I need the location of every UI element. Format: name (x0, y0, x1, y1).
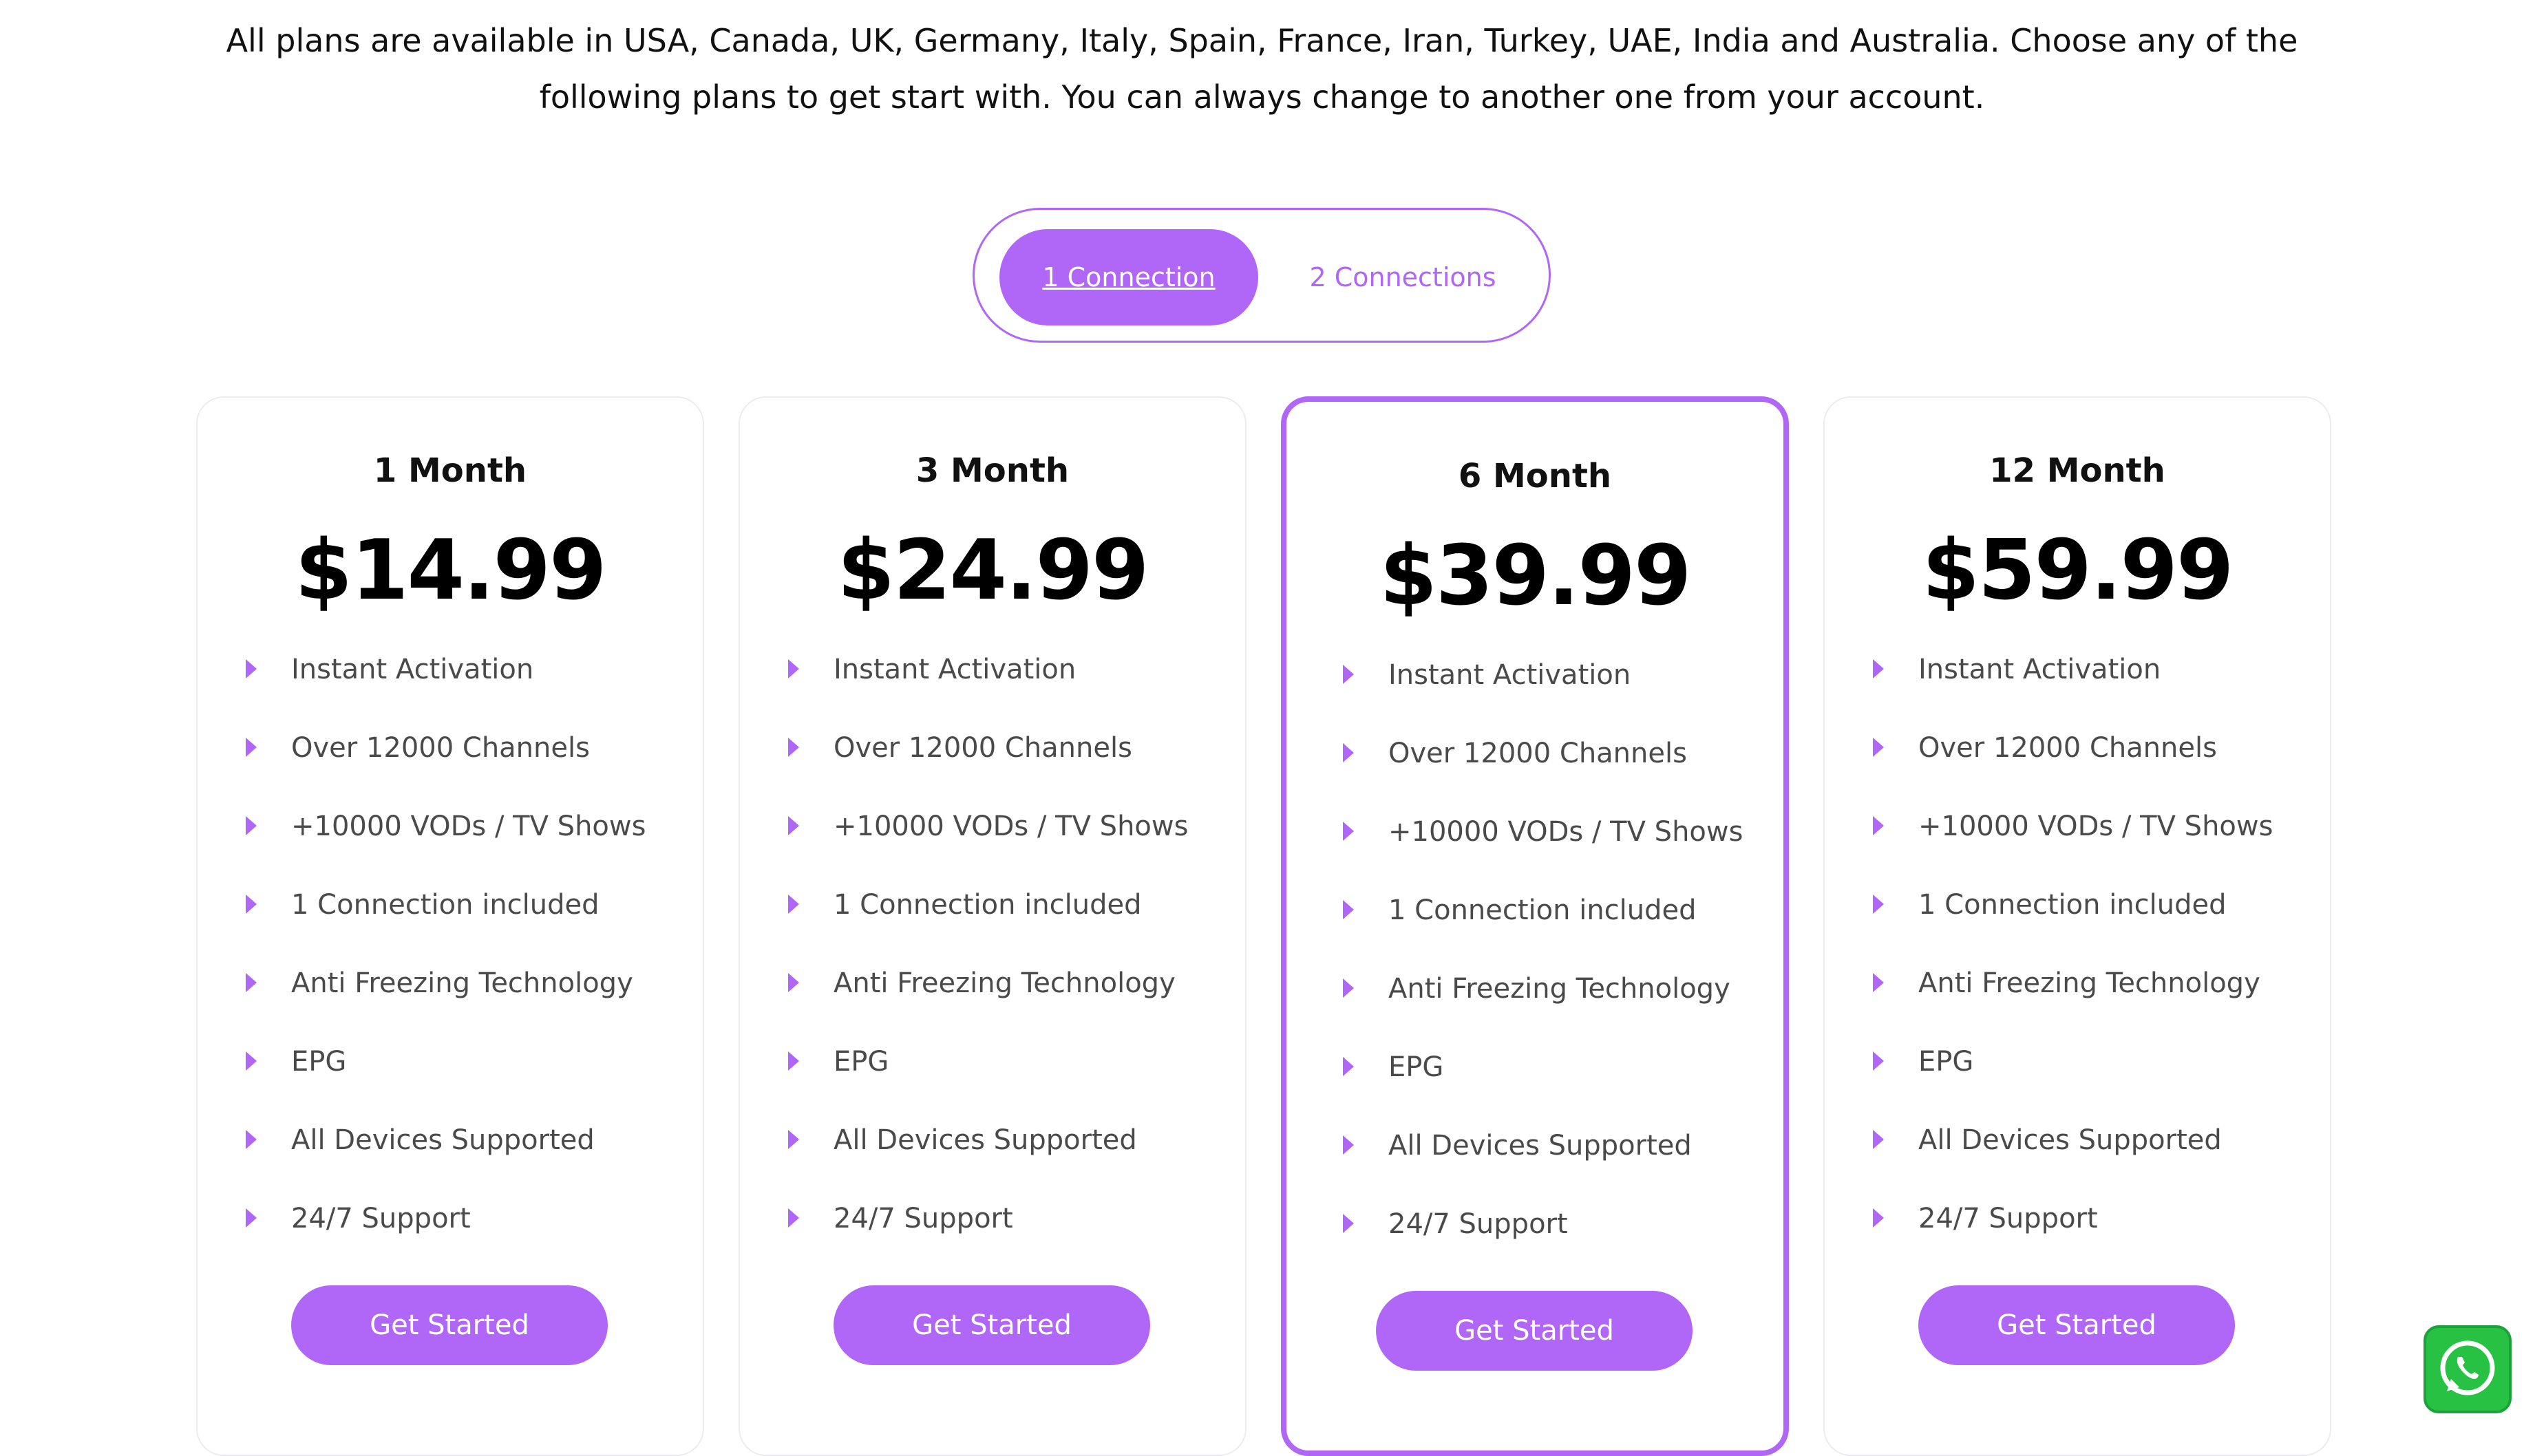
plan-name: 12 Month (1989, 451, 2165, 490)
caret-right-icon (1343, 978, 1354, 998)
plan-name: 3 Month (915, 451, 1070, 490)
caret-right-icon (246, 659, 257, 678)
plan-price: $14.99 (295, 523, 606, 619)
caret-right-icon (1873, 738, 1884, 757)
plan-name: 6 Month (1458, 457, 1612, 495)
intro-line-2: following plans to get start with. You c… (539, 78, 1985, 116)
get-started-button[interactable]: Get Started (291, 1285, 608, 1365)
caret-right-icon (788, 895, 799, 914)
caret-right-icon (1343, 1057, 1354, 1076)
caret-right-icon (1343, 900, 1354, 919)
caret-right-icon (1873, 895, 1884, 914)
tab-1-connection[interactable]: 1 Connection (999, 229, 1258, 325)
caret-right-icon (1343, 665, 1354, 684)
caret-right-icon (1873, 1130, 1884, 1149)
plan-name: 1 Month (373, 451, 527, 490)
plan-card-12-month: 12 Month $59.99 Instant Activation Over … (1823, 396, 2331, 1456)
caret-right-icon (1343, 822, 1354, 841)
caret-right-icon (246, 738, 257, 757)
caret-right-icon (1343, 743, 1354, 762)
plan-card-3-month: 3 Month $24.99 Instant Activation Over 1… (739, 396, 1247, 1456)
caret-right-icon (246, 1208, 257, 1228)
caret-right-icon (1873, 1208, 1884, 1228)
caret-right-icon (788, 816, 799, 835)
caret-right-icon (1873, 816, 1884, 835)
caret-right-icon (788, 1208, 799, 1228)
caret-right-icon (246, 1051, 257, 1071)
intro-text: All plans are available in USA, Canada, … (0, 12, 2524, 125)
caret-right-icon (1873, 1051, 1884, 1071)
intro-line-1: All plans are available in USA, Canada, … (226, 22, 2298, 59)
caret-right-icon (246, 895, 257, 914)
caret-right-icon (1343, 1135, 1354, 1155)
plan-price: $24.99 (837, 523, 1149, 619)
whatsapp-button[interactable] (2424, 1325, 2512, 1413)
get-started-button[interactable]: Get Started (1376, 1291, 1693, 1371)
caret-right-icon (788, 1130, 799, 1149)
caret-right-icon (788, 738, 799, 757)
caret-right-icon (1343, 1214, 1354, 1233)
plan-price: $59.99 (1922, 523, 2234, 619)
plan-price: $39.99 (1379, 528, 1691, 624)
caret-right-icon (246, 973, 257, 992)
caret-right-icon (788, 973, 799, 992)
get-started-button[interactable]: Get Started (1918, 1285, 2235, 1365)
tab-2-connections[interactable]: 2 Connections (1272, 229, 1534, 325)
caret-right-icon (788, 1051, 799, 1071)
plan-card-6-month: 6 Month $39.99 Instant Activation Over 1… (1281, 396, 1789, 1456)
whatsapp-icon (2440, 1340, 2495, 1395)
caret-right-icon (788, 659, 799, 678)
caret-right-icon (246, 816, 257, 835)
plan-card-1-month: 1 Month $14.99 Instant Activation Over 1… (196, 396, 704, 1456)
caret-right-icon (246, 1130, 257, 1149)
get-started-button[interactable]: Get Started (834, 1285, 1150, 1365)
connection-toggle: 1 Connection 2 Connections (973, 208, 1551, 343)
caret-right-icon (1873, 973, 1884, 992)
caret-right-icon (1873, 659, 1884, 678)
